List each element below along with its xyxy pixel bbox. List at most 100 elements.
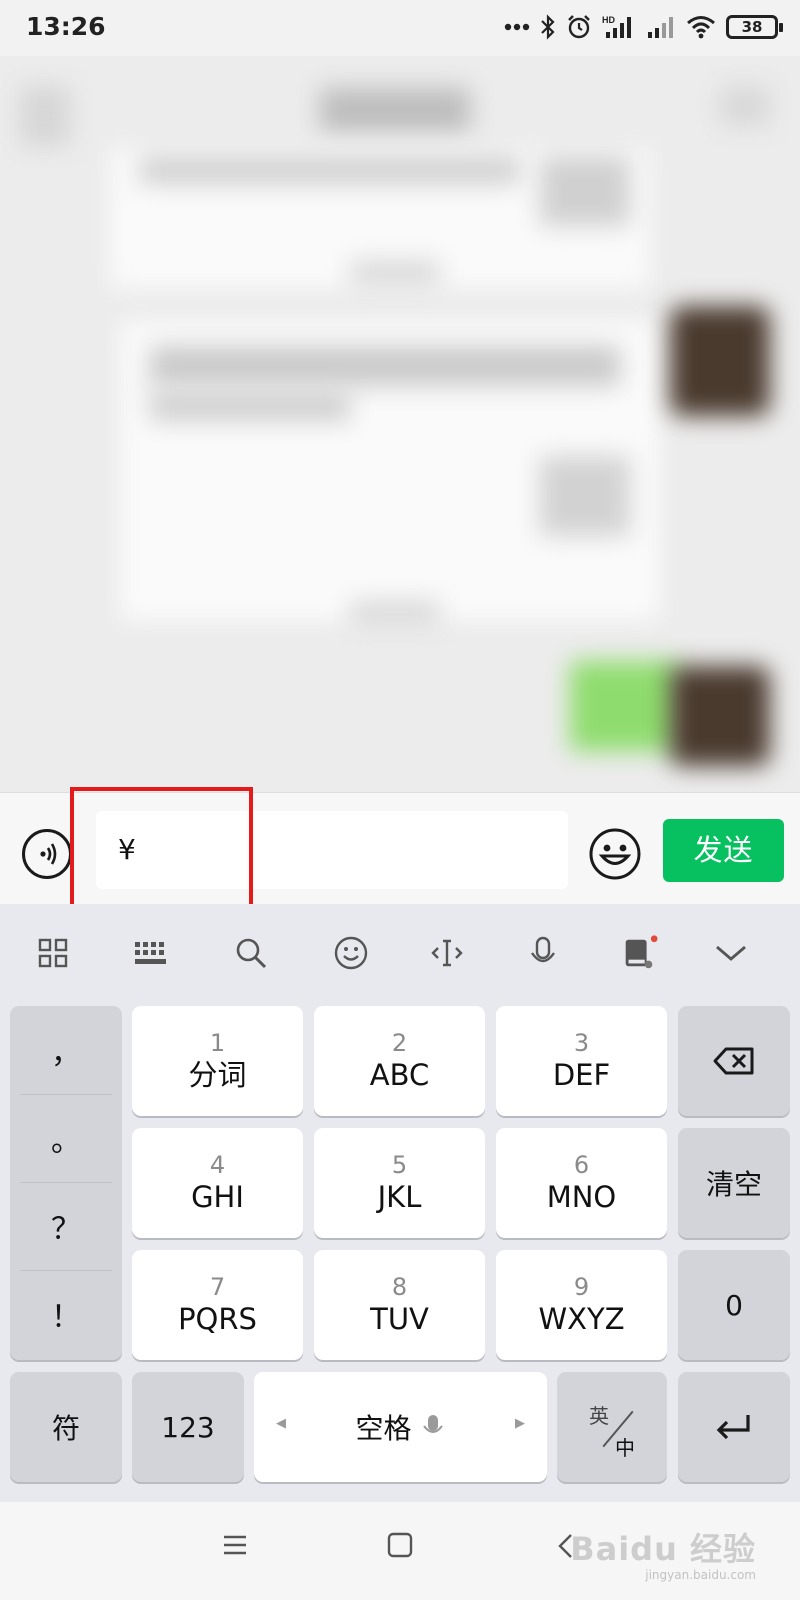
backspace-key[interactable] (678, 1006, 790, 1116)
key-number: 2 (391, 1029, 408, 1057)
keyboard-icon[interactable] (132, 934, 170, 972)
punct-question-key[interactable]: ？ (10, 1182, 122, 1270)
system-nav-bar: Baidu 经验 jingyan.baidu.com (0, 1502, 800, 1600)
thumbnail-blurred (540, 456, 630, 536)
chevron-down-icon[interactable] (712, 934, 750, 972)
key-number: 4 (209, 1151, 226, 1179)
chat-history-blurred (0, 56, 800, 792)
numeric-key-label: 123 (161, 1410, 215, 1444)
avatar (670, 666, 770, 766)
thumbnail-blurred (540, 156, 630, 226)
key-6[interactable]: 6 MNO (496, 1128, 667, 1238)
microphone-icon (422, 1415, 443, 1433)
lang-zh-label: 中 (615, 1436, 635, 1460)
microphone-icon[interactable] (524, 934, 562, 972)
key-0[interactable]: 0 (678, 1250, 790, 1360)
key-number: 9 (573, 1273, 590, 1301)
avatar (670, 306, 770, 416)
language-switch-key[interactable]: 英 中 (557, 1372, 667, 1482)
alarm-icon (566, 14, 592, 40)
key-label: TUV (370, 1302, 429, 1336)
signal-icon (646, 14, 676, 40)
key-8[interactable]: 8 TUV (314, 1250, 485, 1360)
key-label: PQRS (178, 1302, 257, 1336)
numeric-key[interactable]: 123 (132, 1372, 244, 1482)
status-bar: 13:26 HD 38 (0, 0, 800, 56)
keyboard-toolbar (0, 904, 800, 1000)
dictionary-icon[interactable] (620, 934, 658, 972)
key-5[interactable]: 5 JKL (314, 1128, 485, 1238)
key-2[interactable]: 2 ABC (314, 1006, 485, 1116)
punct-period-key[interactable]: 。 (10, 1094, 122, 1182)
cursor-left-icon: ◀ (276, 1416, 286, 1431)
status-icons: HD 38 (504, 14, 783, 40)
voice-input-button[interactable] (22, 829, 72, 879)
sent-bubble-blurred (570, 661, 680, 751)
battery-icon: 38 (726, 15, 783, 39)
key-number: 1 (209, 1029, 226, 1057)
input-bar: ¥ 发送 (0, 787, 800, 917)
key-7[interactable]: 7 PQRS (132, 1250, 303, 1360)
key-number: 5 (391, 1151, 408, 1179)
key-label: ABC (369, 1058, 430, 1092)
t9-keyboard: ， 。 ？ ！ 1 分词 2 ABC 3 DEF 4 GHI 5 JKL 6 M… (0, 1000, 800, 1502)
smiley-icon[interactable] (332, 934, 370, 972)
message-text-blurred (150, 391, 350, 421)
back-icon-blurred (20, 86, 70, 146)
home-icon[interactable] (387, 1532, 413, 1562)
red-highlight-box (70, 787, 253, 917)
menu-icon[interactable] (222, 1532, 248, 1562)
message-text-blurred (150, 346, 620, 386)
hd-signal-icon: HD (602, 14, 636, 40)
emoji-button[interactable] (588, 827, 642, 881)
key-label: 分词 (188, 1058, 247, 1092)
key-number: 6 (573, 1151, 590, 1179)
symbol-key[interactable]: 符 (10, 1372, 122, 1482)
send-button[interactable]: 发送 (663, 819, 784, 882)
menu-icon-blurred (720, 86, 770, 126)
key-label: JKL (377, 1180, 422, 1214)
timestamp-blurred (350, 601, 440, 625)
key-1[interactable]: 1 分词 (132, 1006, 303, 1116)
space-key-label: 空格 (355, 1412, 412, 1445)
cursor-right-icon: ▶ (515, 1416, 525, 1431)
key-label: GHI (191, 1180, 244, 1214)
watermark-url: jingyan.baidu.com (645, 1568, 756, 1582)
key-label: MNO (546, 1180, 617, 1214)
svg-text:HD: HD (602, 15, 615, 25)
symbol-key-label: 符 (51, 1412, 80, 1445)
punct-comma-key[interactable]: ， (10, 1006, 122, 1094)
lang-en-label: 英 (589, 1404, 609, 1428)
timestamp-blurred (350, 261, 440, 285)
voice-icon (40, 843, 57, 865)
key-label: WXYZ (538, 1302, 625, 1336)
baidu-jingyan-watermark: Baidu 经验 jingyan.baidu.com (570, 1524, 756, 1582)
watermark-logo: Baidu 经验 (570, 1530, 756, 1568)
enter-icon (716, 1415, 750, 1440)
wifi-icon (686, 15, 716, 39)
enter-key[interactable] (678, 1372, 790, 1482)
space-key[interactable]: ◀ 空格 ▶ (254, 1372, 547, 1482)
zero-key-label: 0 (725, 1288, 743, 1322)
punctuation-column: ， 。 ？ ！ (10, 1006, 122, 1360)
more-dots-icon (504, 23, 530, 31)
title-blurred (320, 88, 470, 132)
status-time: 13:26 (26, 12, 106, 41)
key-9[interactable]: 9 WXYZ (496, 1250, 667, 1360)
message-text-blurred (140, 156, 520, 184)
clear-key[interactable]: 清空 (678, 1128, 790, 1238)
key-label: DEF (552, 1058, 611, 1092)
key-number: 8 (391, 1273, 408, 1301)
key-number: 7 (209, 1273, 226, 1301)
grid-icon[interactable] (34, 934, 72, 972)
search-icon[interactable] (232, 934, 270, 972)
backspace-icon (713, 1047, 754, 1075)
emoji-icon (589, 828, 641, 880)
key-4[interactable]: 4 GHI (132, 1128, 303, 1238)
key-number: 3 (573, 1029, 590, 1057)
key-3[interactable]: 3 DEF (496, 1006, 667, 1116)
bluetooth-icon (540, 14, 556, 40)
clear-key-label: 清空 (705, 1168, 762, 1201)
punct-exclaim-key[interactable]: ！ (10, 1270, 122, 1358)
cursor-icon[interactable] (428, 934, 466, 972)
